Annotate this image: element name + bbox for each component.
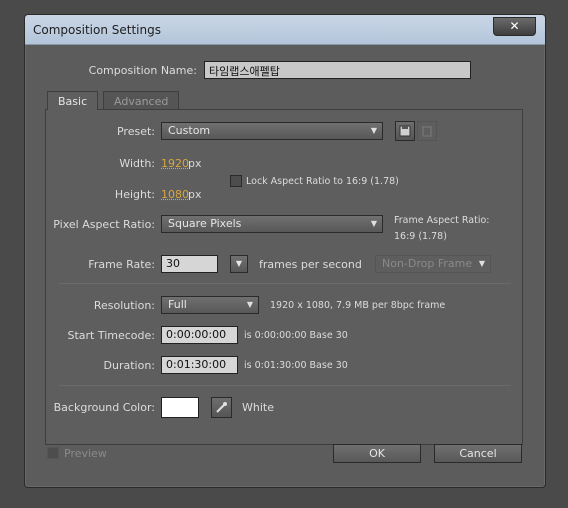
- width-unit: px: [188, 157, 202, 170]
- preset-label: Preset:: [116, 125, 155, 138]
- resolution-label: Resolution:: [93, 299, 155, 312]
- chevron-down-icon: ▼: [478, 259, 486, 268]
- frame-rate-label: Frame Rate:: [88, 258, 155, 271]
- chevron-down-icon: ▼: [370, 126, 378, 135]
- pixel-aspect-label: Pixel Aspect Ratio:: [53, 218, 155, 231]
- drop-frame-value: Non-Drop Frame: [382, 257, 473, 270]
- separator: [59, 283, 511, 284]
- start-timecode-label: Start Timecode:: [67, 329, 155, 342]
- resolution-info: 1920 x 1080, 7.9 MB per 8bpc frame: [270, 300, 446, 311]
- frame-aspect-label: Frame Aspect Ratio:: [394, 215, 490, 226]
- tab-advanced[interactable]: Advanced: [103, 91, 180, 111]
- composition-settings-dialog: Composition Settings ✕ Composition Name:…: [24, 14, 546, 488]
- dialog-title: Composition Settings: [33, 23, 161, 37]
- tab-basic[interactable]: Basic: [47, 91, 99, 110]
- frame-aspect-value: 16:9 (1.78): [394, 231, 447, 242]
- background-color-label: Background Color:: [53, 401, 155, 414]
- drop-frame-dropdown[interactable]: Non-Drop Frame ▼: [375, 255, 491, 273]
- resolution-dropdown[interactable]: Full ▼: [161, 296, 259, 314]
- title-bar: Composition Settings ✕: [25, 15, 545, 45]
- chevron-down-icon: ▼: [246, 300, 254, 309]
- width-label: Width:: [119, 157, 155, 170]
- preview-checkbox[interactable]: [47, 447, 59, 459]
- frame-rate-unit: frames per second: [259, 258, 362, 271]
- chevron-down-icon: ▼: [370, 219, 378, 228]
- duration-label: Duration:: [103, 359, 155, 372]
- lock-aspect-label: Lock Aspect Ratio to 16:9 (1.78): [246, 176, 399, 187]
- duration-input[interactable]: 0:01:30:00: [161, 356, 238, 374]
- start-timecode-input[interactable]: 0:00:00:00: [161, 326, 238, 344]
- resolution-value: Full: [168, 298, 187, 311]
- composition-name-input[interactable]: 타임랩스애펠탑: [204, 61, 471, 79]
- preview-label: Preview: [64, 447, 107, 460]
- height-unit: px: [188, 188, 202, 201]
- height-label: Height:: [114, 188, 155, 201]
- separator: [59, 385, 511, 386]
- save-preset-icon[interactable]: [395, 121, 415, 141]
- composition-name-label: Composition Name:: [88, 64, 197, 77]
- height-value[interactable]: 1080: [161, 188, 189, 201]
- duration-info: is 0:01:30:00 Base 30: [244, 360, 348, 371]
- pixel-aspect-value: Square Pixels: [168, 217, 242, 230]
- frame-rate-input[interactable]: 30: [161, 255, 218, 273]
- lock-aspect-checkbox[interactable]: [230, 175, 242, 187]
- chevron-down-icon: ▼: [235, 259, 243, 268]
- preset-value: Custom: [168, 124, 211, 137]
- frame-rate-dropdown[interactable]: ▼: [230, 255, 248, 273]
- close-button[interactable]: ✕: [493, 17, 536, 36]
- background-color-swatch[interactable]: [161, 397, 199, 418]
- width-value[interactable]: 1920: [161, 157, 189, 170]
- trash-icon[interactable]: [417, 121, 437, 141]
- cancel-button[interactable]: Cancel: [434, 444, 522, 463]
- eyedropper-icon[interactable]: [211, 397, 232, 418]
- background-color-name: White: [242, 401, 274, 414]
- preset-dropdown[interactable]: Custom ▼: [161, 122, 383, 140]
- start-timecode-info: is 0:00:00:00 Base 30: [244, 330, 348, 341]
- ok-button[interactable]: OK: [333, 444, 421, 463]
- pixel-aspect-dropdown[interactable]: Square Pixels ▼: [161, 215, 383, 233]
